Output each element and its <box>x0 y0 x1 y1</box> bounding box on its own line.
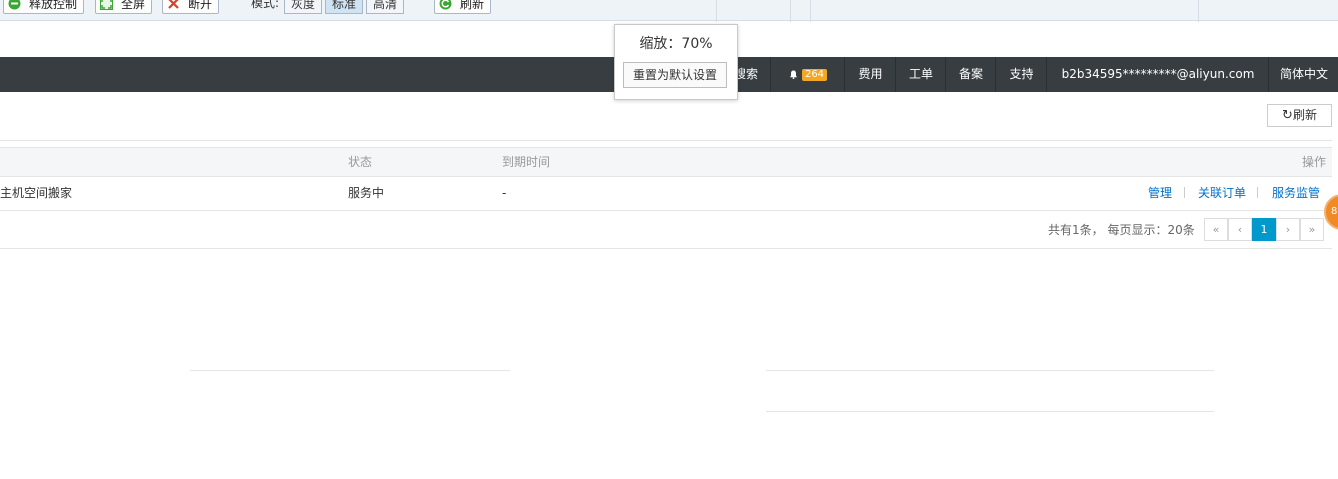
column-header-actions: 操作 <box>1302 155 1327 169</box>
action-separator <box>1184 187 1185 198</box>
refresh-toolbar-label: 刷新 <box>460 0 485 11</box>
expand-icon <box>100 0 113 10</box>
divider <box>766 370 1214 371</box>
toolbar-divider <box>810 0 811 22</box>
refresh-icon <box>439 0 452 10</box>
divider <box>0 248 1332 249</box>
prev-page-button[interactable]: ‹ <box>1228 218 1252 241</box>
nav-support[interactable]: 支持 <box>995 57 1047 92</box>
disconnect-label: 断开 <box>188 0 213 11</box>
refresh-button-label: 刷新 <box>1292 108 1317 122</box>
remote-toolbar: 释放控制 全屏 断开 模式: 灰度 标准 高清 刷新 <box>0 0 1338 22</box>
refresh-toolbar-button[interactable]: 刷新 <box>434 0 492 14</box>
divider <box>766 411 1214 412</box>
page-1-button[interactable]: 1 <box>1252 218 1276 241</box>
nav-icp-filing[interactable]: 备案 <box>945 57 996 92</box>
refresh-button[interactable]: ↻刷新 <box>1267 104 1332 127</box>
table-header: 状态 到期时间 操作 <box>0 147 1332 177</box>
green-circle-icon <box>8 0 21 10</box>
float-badge-text: 8 <box>1331 206 1338 217</box>
first-page-button[interactable]: « <box>1204 218 1228 241</box>
mode-grayscale-button[interactable]: 灰度 <box>284 0 323 14</box>
divider <box>0 210 1332 211</box>
nav-billing[interactable]: 费用 <box>844 57 896 92</box>
toolbar-divider <box>1198 0 1199 22</box>
row-status: 服务中 <box>348 186 385 200</box>
fullscreen-label: 全屏 <box>121 0 146 11</box>
divider <box>0 140 1332 141</box>
release-control-label: 释放控制 <box>29 0 78 11</box>
nav-account[interactable]: b2b34595*********@aliyun.com <box>1046 57 1269 92</box>
disconnect-button[interactable]: 断开 <box>162 0 220 14</box>
nav-tickets[interactable]: 工单 <box>895 57 946 92</box>
action-separator <box>1257 187 1258 198</box>
last-page-button[interactable]: » <box>1300 218 1324 241</box>
row-expiry: - <box>502 186 507 200</box>
mode-hd-button[interactable]: 高清 <box>366 0 405 14</box>
pagination-summary: 共有1条， 每页显示：20条 <box>1048 223 1195 237</box>
column-header-expiry: 到期时间 <box>502 155 551 169</box>
service-monitor-link[interactable]: 服务监管 <box>1272 176 1320 210</box>
related-orders-link[interactable]: 关联订单 <box>1198 176 1246 210</box>
mode-label: 模式: <box>251 0 280 10</box>
toolbar-divider <box>716 0 717 22</box>
refresh-icon: ↻ <box>1282 108 1293 123</box>
row-name: 主机空间搬家 <box>0 186 73 200</box>
reset-default-button[interactable]: 重置为默认设置 <box>623 62 727 88</box>
mode-standard-button[interactable]: 标准 <box>325 0 364 14</box>
column-header-status: 状态 <box>348 155 373 169</box>
nav-notifications[interactable]: 264 <box>770 57 845 92</box>
zoom-level-text: 缩放：70% <box>639 36 713 52</box>
fullscreen-button[interactable]: 全屏 <box>95 0 153 14</box>
manage-link[interactable]: 管理 <box>1148 176 1172 210</box>
bell-icon <box>789 70 798 79</box>
zoom-popup: 缩放：70% 重置为默认设置 <box>614 24 738 100</box>
floating-help-button[interactable]: 8 <box>1324 194 1338 230</box>
toolbar-divider <box>790 0 791 22</box>
next-page-button[interactable]: › <box>1276 218 1300 241</box>
disconnect-icon <box>168 0 179 9</box>
nav-language[interactable]: 简体中文 <box>1268 57 1338 92</box>
release-control-button[interactable]: 释放控制 <box>3 0 85 14</box>
divider <box>190 370 510 371</box>
notification-count-badge: 264 <box>801 69 828 81</box>
